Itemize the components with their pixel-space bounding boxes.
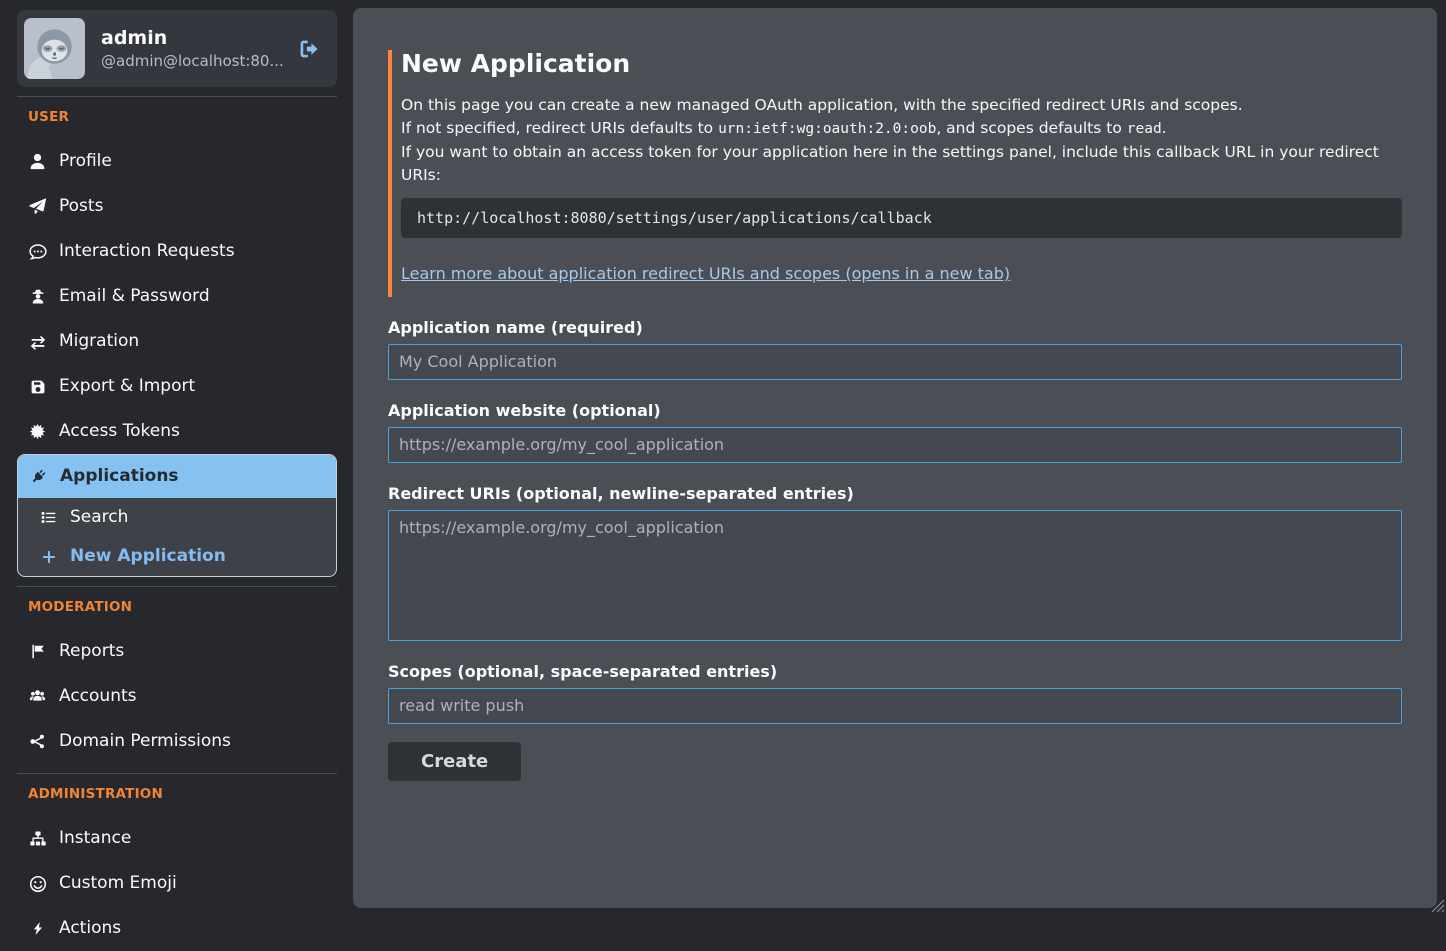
paper-plane-icon xyxy=(28,198,47,215)
plug-icon xyxy=(29,468,48,485)
sidebar-item-label: New Application xyxy=(70,545,226,568)
sidebar-item-label: Access Tokens xyxy=(59,420,180,443)
inline-code-oob: urn:ietf:wg:oauth:2.0:oob xyxy=(718,121,936,137)
scopes-input[interactable] xyxy=(388,688,1402,724)
section-label-moderation: MODERATION xyxy=(28,599,337,615)
application-website-label: Application website (optional) xyxy=(388,401,1402,420)
sidebar-item-reports[interactable]: Reports xyxy=(17,629,337,674)
section-label-user: USER xyxy=(28,109,337,125)
create-button[interactable]: Create xyxy=(388,742,521,781)
logout-icon[interactable] xyxy=(293,33,325,65)
sidebar-item-label: Accounts xyxy=(59,685,137,708)
sidebar-item-label: Profile xyxy=(59,150,112,173)
avatar xyxy=(24,18,85,79)
user-handle: @admin@localhost:80... xyxy=(101,52,284,72)
sidebar-item-accounts[interactable]: Accounts xyxy=(17,674,337,719)
settings-sidebar: admin @admin@localhost:80... USER Profil… xyxy=(17,10,337,951)
callback-url-code-block: http://localhost:8080/settings/user/appl… xyxy=(401,198,1402,238)
bolt-icon xyxy=(28,920,47,937)
main-panel: New Application On this page you can cre… xyxy=(353,8,1437,908)
user-secret-icon xyxy=(28,288,47,305)
sidebar-item-access-tokens[interactable]: Access Tokens xyxy=(17,409,337,454)
sidebar-item-label: Custom Emoji xyxy=(59,872,177,895)
share-nodes-icon xyxy=(28,733,47,750)
user-name: admin xyxy=(101,26,284,52)
sidebar-item-export-import[interactable]: Export & Import xyxy=(17,364,337,409)
page-title: New Application xyxy=(401,50,1402,79)
sidebar-item-interaction-requests[interactable]: Interaction Requests xyxy=(17,229,337,274)
sidebar-divider xyxy=(17,586,337,587)
sidebar-divider xyxy=(17,96,337,97)
sidebar-item-label: Reports xyxy=(59,640,124,663)
redirect-uris-textarea[interactable] xyxy=(388,510,1402,641)
exchange-arrows-icon xyxy=(28,333,47,351)
sidebar-item-domain-permissions[interactable]: Domain Permissions xyxy=(17,719,337,764)
scopes-label: Scopes (optional, space-separated entrie… xyxy=(388,662,1402,681)
description-line-2: If not specified, redirect URIs defaults… xyxy=(401,117,1402,141)
floppy-save-icon xyxy=(28,379,47,395)
users-icon xyxy=(28,688,47,705)
sidebar-item-label: Email & Password xyxy=(59,285,210,308)
list-icon xyxy=(39,509,58,526)
plus-icon xyxy=(39,549,58,565)
sidebar-item-label: Instance xyxy=(59,827,131,850)
new-application-info: New Application On this page you can cre… xyxy=(388,50,1402,297)
applications-nav-group: Applications Search New Application xyxy=(17,454,337,577)
section-label-administration: ADMINISTRATION xyxy=(28,786,337,802)
sidebar-item-new-application[interactable]: New Application xyxy=(18,537,336,576)
smile-icon xyxy=(28,875,47,893)
inline-code-read: read xyxy=(1127,121,1162,137)
new-application-form: Application name (required) Application … xyxy=(388,318,1402,781)
sidebar-item-posts[interactable]: Posts xyxy=(17,184,337,229)
sidebar-item-label: Actions xyxy=(59,917,121,940)
application-name-label: Application name (required) xyxy=(388,318,1402,337)
user-card[interactable]: admin @admin@localhost:80... xyxy=(17,10,337,87)
redirect-uris-label: Redirect URIs (optional, newline-separat… xyxy=(388,484,1402,503)
description-line-1: On this page you can create a new manage… xyxy=(401,94,1402,118)
certificate-icon xyxy=(28,423,47,440)
sidebar-divider xyxy=(17,773,337,774)
sidebar-item-label: Domain Permissions xyxy=(59,730,231,753)
application-name-input[interactable] xyxy=(388,344,1402,380)
sidebar-item-profile[interactable]: Profile xyxy=(17,139,337,184)
sidebar-item-label: Interaction Requests xyxy=(59,240,235,263)
sidebar-item-migration[interactable]: Migration xyxy=(17,319,337,364)
sidebar-item-applications[interactable]: Applications xyxy=(18,455,336,498)
sidebar-item-custom-emoji[interactable]: Custom Emoji xyxy=(17,861,337,906)
description-line-3: If you want to obtain an access token fo… xyxy=(401,141,1402,188)
sidebar-item-applications-search[interactable]: Search xyxy=(18,498,336,537)
sitemap-icon xyxy=(28,830,47,847)
sidebar-item-label: Export & Import xyxy=(59,375,195,398)
resize-grip-icon[interactable] xyxy=(1431,899,1445,913)
sidebar-item-label: Migration xyxy=(59,330,139,353)
user-icon xyxy=(28,153,47,170)
sidebar-item-label: Search xyxy=(70,506,128,529)
sidebar-item-instance[interactable]: Instance xyxy=(17,816,337,861)
sidebar-item-email-password[interactable]: Email & Password xyxy=(17,274,337,319)
learn-more-link[interactable]: Learn more about application redirect UR… xyxy=(401,264,1010,283)
comment-dots-icon xyxy=(28,243,47,261)
flag-icon xyxy=(28,643,47,660)
sidebar-item-label: Posts xyxy=(59,195,103,218)
application-website-input[interactable] xyxy=(388,427,1402,463)
sidebar-item-actions[interactable]: Actions xyxy=(17,906,337,951)
sidebar-item-label: Applications xyxy=(60,465,179,488)
